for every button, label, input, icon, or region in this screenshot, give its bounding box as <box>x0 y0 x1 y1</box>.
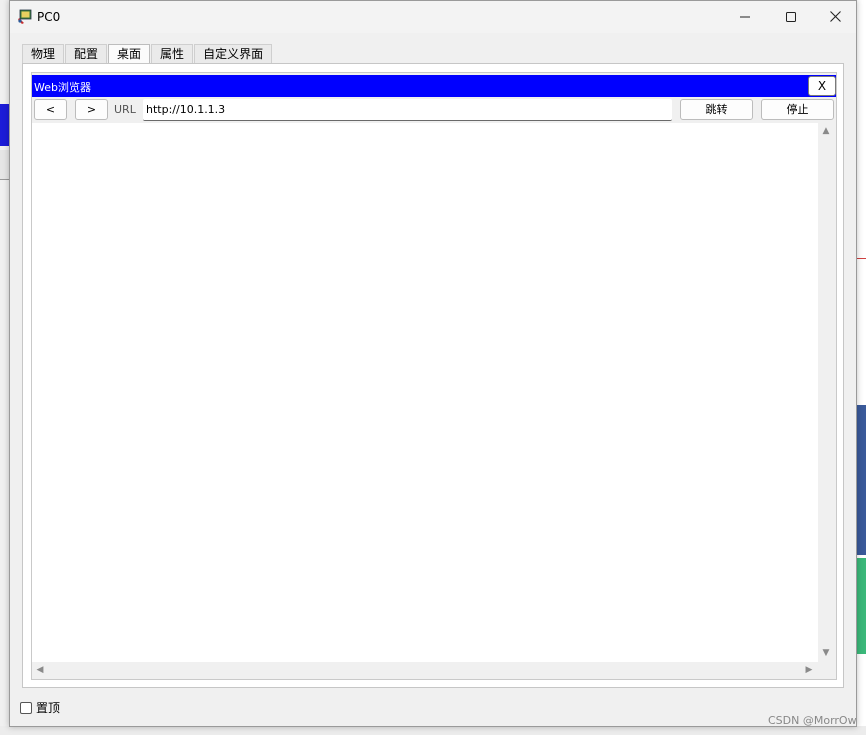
browser-nav-bar: < > URL 跳转 停止 <box>32 99 836 121</box>
background-left-blue-block <box>0 104 9 146</box>
scroll-left-icon[interactable]: ◀ <box>35 665 45 675</box>
title-bar[interactable]: PC0 <box>10 1 856 33</box>
close-icon <box>829 11 841 22</box>
background-right-green-block <box>857 558 866 654</box>
browser-title-bar: Web浏览器 X <box>32 75 836 97</box>
scroll-up-icon[interactable]: ▲ <box>821 126 831 136</box>
background-right-blue-block <box>857 405 866 555</box>
tab-config[interactable]: 配置 <box>65 44 108 64</box>
back-button[interactable]: < <box>34 99 67 120</box>
url-input[interactable] <box>143 99 672 121</box>
packet-tracer-pc-icon <box>18 9 32 24</box>
desktop-panel: Web浏览器 X < > URL 跳转 停止 ▲ ▼ ◀ ▶ <box>22 63 844 688</box>
background-right-red-line <box>856 258 866 259</box>
always-on-top-checkbox[interactable]: 置顶 <box>20 699 60 716</box>
background-bottom-strip <box>0 726 866 735</box>
scroll-right-icon[interactable]: ▶ <box>804 665 814 675</box>
horizontal-scrollbar[interactable]: ◀ ▶ <box>32 662 818 678</box>
close-button[interactable] <box>812 1 858 32</box>
tab-physical[interactable]: 物理 <box>22 44 65 64</box>
web-browser-app: Web浏览器 X < > URL 跳转 停止 ▲ ▼ ◀ ▶ <box>31 72 837 680</box>
checkbox-box[interactable] <box>20 701 32 714</box>
go-button[interactable]: 跳转 <box>680 99 753 120</box>
tab-attributes[interactable]: 属性 <box>151 44 194 64</box>
always-on-top-label: 置顶 <box>36 701 61 715</box>
minimize-icon <box>740 16 750 17</box>
tab-bar: 物理 配置 桌面 属性 自定义界面 <box>22 44 273 65</box>
browser-title: Web浏览器 <box>34 81 91 94</box>
minimize-button[interactable] <box>722 1 768 32</box>
vertical-scrollbar[interactable]: ▲ ▼ <box>818 123 834 662</box>
watermark: CSDN @MorrOw <box>768 714 857 727</box>
tab-custom-interface[interactable]: 自定义界面 <box>194 44 273 64</box>
window-title: PC0 <box>37 10 61 24</box>
pc0-window: PC0 物理 配置 桌面 属性 自定义界面 Web浏览器 X < > URL h… <box>9 0 857 727</box>
tab-desktop[interactable]: 桌面 <box>108 44 151 65</box>
url-label: URL <box>114 103 136 116</box>
maximize-icon <box>786 11 796 22</box>
stop-button[interactable]: 停止 <box>761 99 834 120</box>
browser-viewport[interactable] <box>32 123 818 662</box>
forward-button[interactable]: > <box>75 99 108 120</box>
scroll-down-icon[interactable]: ▼ <box>821 648 831 658</box>
maximize-button[interactable] <box>768 1 814 32</box>
browser-close-button[interactable]: X <box>808 76 836 96</box>
background-left-gray-block <box>0 150 9 180</box>
